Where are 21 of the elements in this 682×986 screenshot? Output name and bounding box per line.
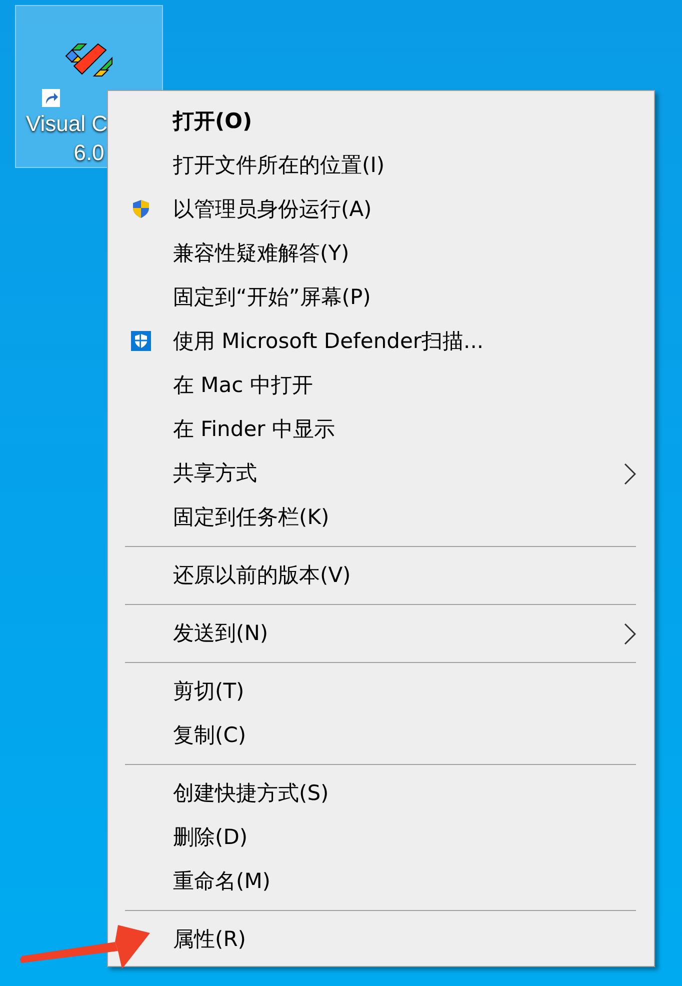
menu-item[interactable]: 复制(C) bbox=[108, 713, 654, 757]
menu-item[interactable]: 固定到“开始”屏幕(P) bbox=[108, 275, 654, 319]
menu-item[interactable]: 创建快捷方式(S) bbox=[108, 771, 654, 815]
menu-item[interactable]: 共享方式 bbox=[108, 451, 654, 495]
icon-label: Visual C bbox=[26, 110, 108, 138]
menu-item[interactable]: 还原以前的版本(V) bbox=[108, 553, 654, 597]
menu-item[interactable]: 在 Mac 中打开 bbox=[108, 363, 654, 407]
menu-item[interactable]: 使用 Microsoft Defender扫描... bbox=[108, 319, 654, 363]
app-logo-icon bbox=[64, 42, 114, 78]
menu-item[interactable]: 重命名(M) bbox=[108, 859, 654, 903]
menu-item[interactable]: 兼容性疑难解答(Y) bbox=[108, 231, 654, 275]
menu-item[interactable]: 删除(D) bbox=[108, 815, 654, 859]
menu-item[interactable]: 以管理员身份运行(A) bbox=[108, 187, 654, 231]
menu-item[interactable]: 剪切(T) bbox=[108, 669, 654, 713]
shield-icon bbox=[131, 199, 151, 219]
menu-item[interactable]: 固定到任务栏(K) bbox=[108, 495, 654, 539]
shield-icon bbox=[131, 331, 151, 351]
menu-item[interactable]: 在 Finder 中显示 bbox=[108, 407, 654, 451]
icon-label: 6.0 bbox=[74, 139, 104, 167]
menu-item[interactable]: 属性(R) bbox=[108, 917, 654, 961]
menu-item[interactable]: 发送到(N) bbox=[108, 611, 654, 655]
